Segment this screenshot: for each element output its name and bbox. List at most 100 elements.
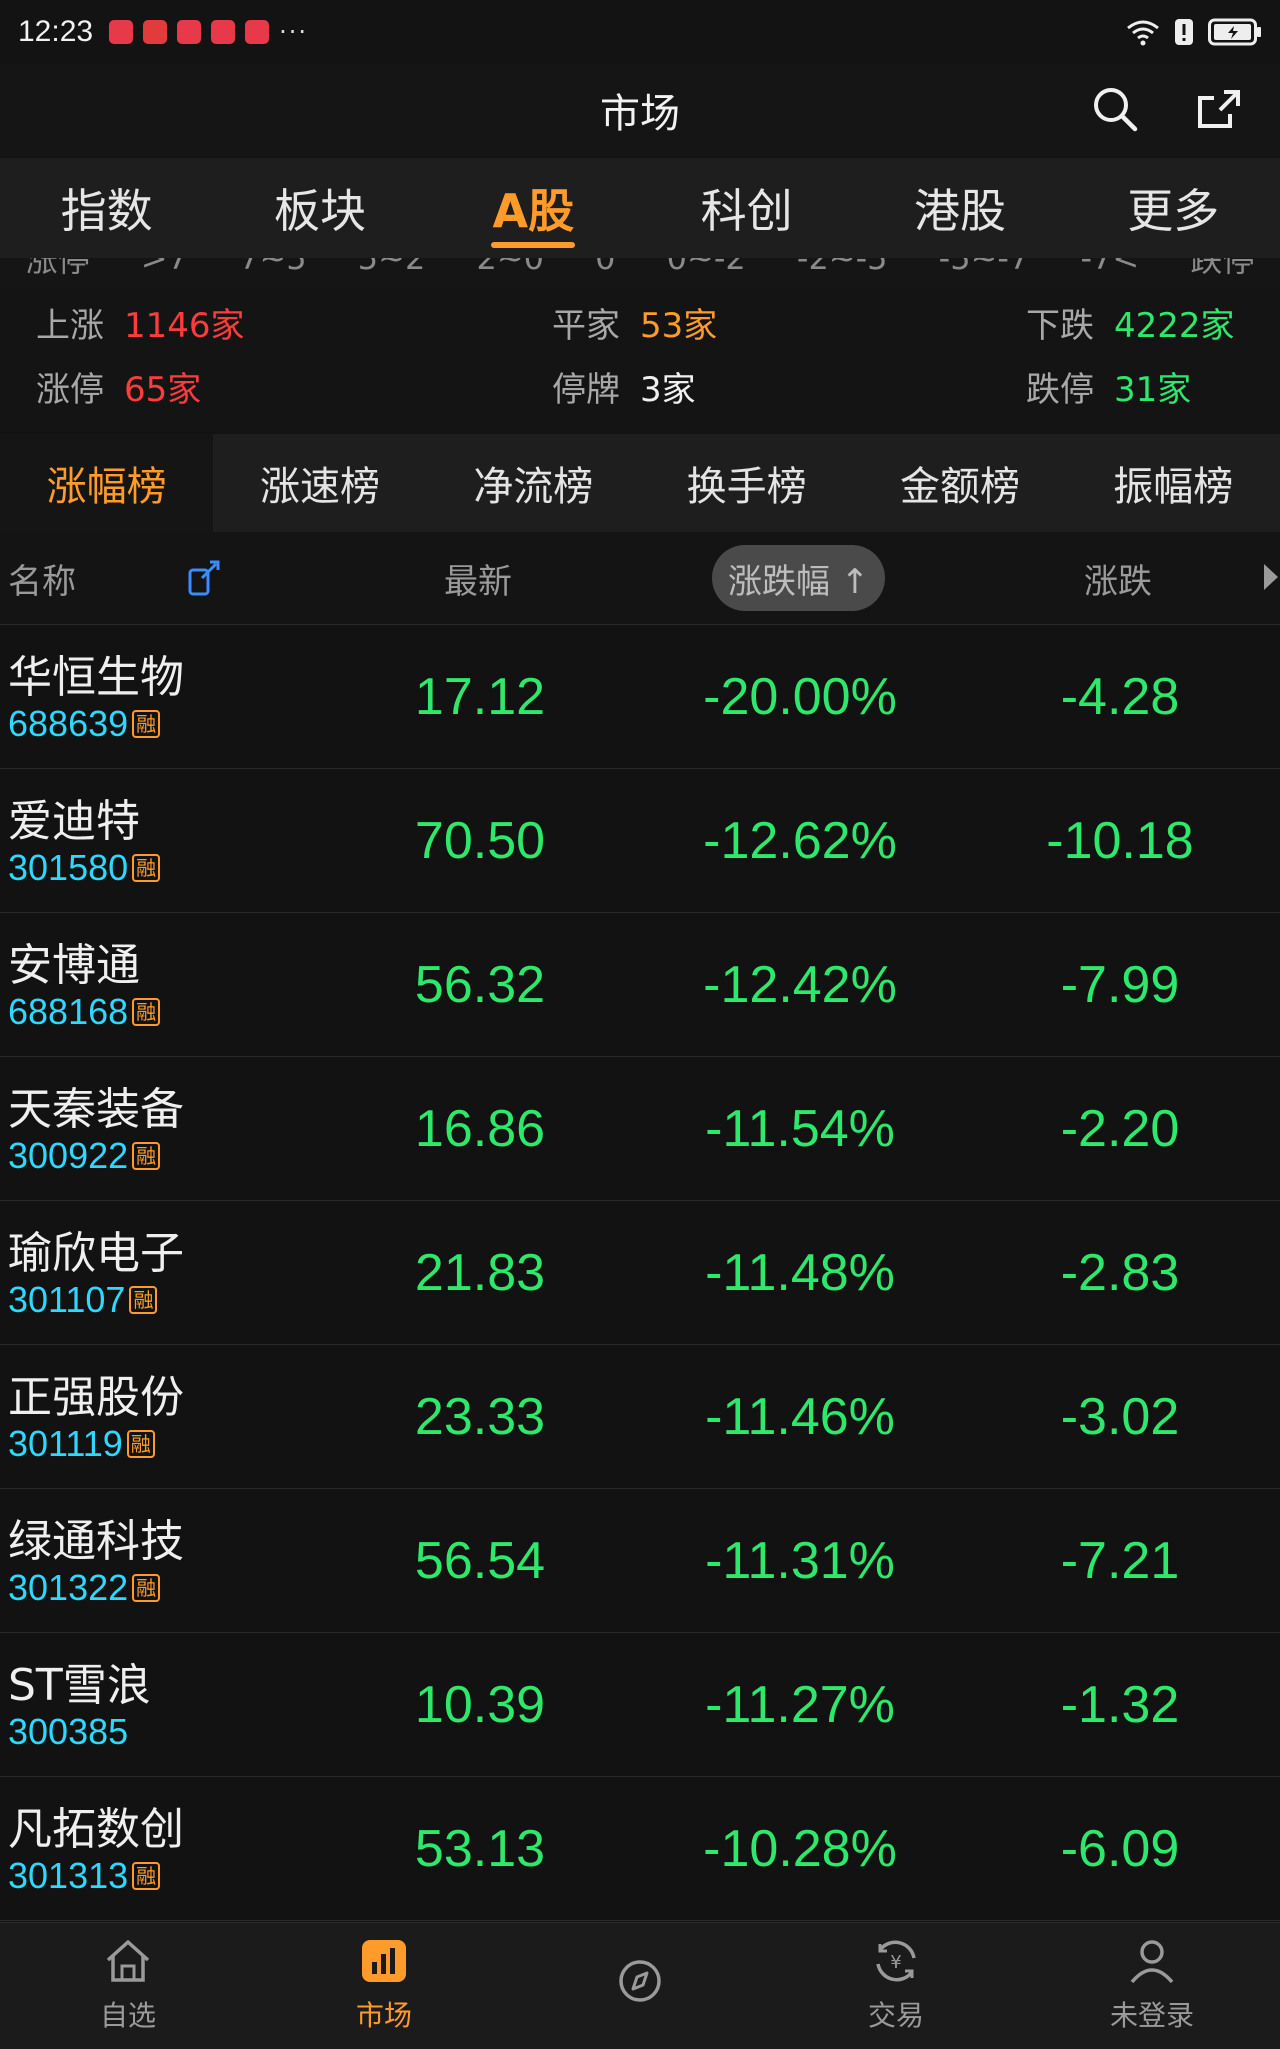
- clock: 12:23: [18, 15, 94, 48]
- market-breadth: 上涨 1146家 平家 53家 下跌 4222家 涨停 65家 停牌 3家 跌停 31家: [0, 288, 1280, 432]
- price-change: -6.09: [1060, 1819, 1180, 1878]
- stock-code: 688639 融: [8, 703, 161, 745]
- bottom-navigation: 自选 市场 ¥ 交易 未登录: [0, 1922, 1280, 2049]
- table-row[interactable]: 凡拓数创 301313 融 53.13 -10.28% -6.09: [0, 1777, 1280, 1921]
- stock-name: ST雪浪: [8, 1660, 151, 1711]
- stat-limit-up: 涨停 65家: [36, 369, 202, 410]
- market-tabs: 指数 板块 A股 科创 港股 更多: [0, 158, 1280, 258]
- home-icon: [104, 1938, 152, 1988]
- tab-star-market[interactable]: 科创: [640, 158, 853, 258]
- distribution-axis: 涨停 >7 7~5 5~2 2~0 0 0~-2 -2~-5 -5~-7 -7<…: [0, 258, 1280, 288]
- distribution-label: 7~5: [239, 258, 307, 277]
- pct-change: -12.42%: [703, 955, 897, 1014]
- table-row[interactable]: 瑜欣电子 301107 融 21.83 -11.48% -2.83: [0, 1201, 1280, 1345]
- share-icon[interactable]: [1194, 84, 1244, 134]
- table-header: 名称 最新 涨跌幅 ↑ 涨跌: [0, 532, 1280, 625]
- stock-name: 凡拓数创: [8, 1804, 184, 1855]
- margin-badge: 融: [132, 998, 161, 1026]
- tab-more[interactable]: 更多: [1067, 158, 1280, 258]
- column-pct-change-sorted[interactable]: 涨跌幅 ↑: [712, 545, 886, 611]
- table-row[interactable]: 安博通 688168 融 56.32 -12.42% -7.99: [0, 913, 1280, 1057]
- nav-watchlist[interactable]: 自选: [0, 1923, 256, 2049]
- nav-discover[interactable]: [512, 1923, 768, 2049]
- tab-sector[interactable]: 板块: [213, 158, 426, 258]
- nav-trade[interactable]: ¥ 交易: [768, 1923, 1024, 2049]
- title-bar: 市场: [0, 64, 1280, 156]
- stat-up: 上涨 1146家: [36, 305, 245, 346]
- stat-suspended: 停牌 3家: [552, 369, 696, 410]
- notification-app-icon: [245, 20, 270, 44]
- stock-name: 瑜欣电子: [8, 1228, 184, 1279]
- scroll-right-icon[interactable]: [1264, 564, 1278, 590]
- battery-icon: [1208, 18, 1262, 46]
- pct-change: -11.54%: [705, 1099, 895, 1158]
- column-name[interactable]: 名称: [8, 532, 76, 624]
- stat-limit-down: 跌停 31家: [1026, 369, 1192, 410]
- notification-app-icon: [211, 20, 236, 44]
- tab-speed[interactable]: 涨速榜: [213, 434, 426, 532]
- column-change[interactable]: 涨跌: [1084, 532, 1152, 624]
- distribution-label: -5~-7: [938, 258, 1030, 277]
- tab-hk-stocks[interactable]: 港股: [853, 158, 1066, 258]
- pct-change: -12.62%: [703, 811, 897, 870]
- distribution-label: 跌停: [1190, 258, 1255, 279]
- tab-net-flow[interactable]: 净流榜: [427, 434, 640, 532]
- latest-price: 56.32: [414, 955, 546, 1014]
- stock-name: 安博通: [8, 940, 140, 991]
- tab-a-shares[interactable]: A股: [427, 158, 640, 258]
- page-title: 市场: [600, 91, 680, 137]
- price-change: -2.83: [1060, 1243, 1180, 1302]
- table-row[interactable]: 绿通科技 301322 融 56.54 -11.31% -7.21: [0, 1489, 1280, 1633]
- margin-badge: 融: [132, 1142, 161, 1170]
- compass-icon: [616, 1958, 664, 2008]
- pct-change: -11.46%: [705, 1387, 895, 1446]
- table-row[interactable]: 华恒生物 688639 融 17.12 -20.00% -4.28: [0, 625, 1280, 769]
- table-row[interactable]: ST雪浪 300385 10.39 -11.27% -1.32: [0, 1633, 1280, 1777]
- table-row[interactable]: 正强股份 301119 融 23.33 -11.46% -3.02: [0, 1345, 1280, 1489]
- table-row[interactable]: 天秦装备 300922 融 16.86 -11.54% -2.20: [0, 1057, 1280, 1201]
- latest-price: 17.12: [414, 667, 546, 726]
- stock-name: 天秦装备: [8, 1084, 184, 1135]
- nav-market[interactable]: 市场: [256, 1923, 512, 2049]
- stock-code: 300922 融: [8, 1135, 161, 1177]
- chart-bar-icon: [360, 1938, 408, 1988]
- margin-badge: 融: [132, 854, 161, 882]
- latest-price: 70.50: [414, 811, 546, 870]
- more-notifications-icon: ···: [279, 18, 308, 46]
- search-icon[interactable]: [1090, 84, 1140, 134]
- stock-code: 301313 融: [8, 1855, 161, 1897]
- distribution-label: >7: [140, 258, 188, 277]
- svg-text:¥: ¥: [890, 1952, 901, 1973]
- distribution-label: 2~0: [476, 258, 544, 277]
- wifi-icon: [1126, 18, 1160, 46]
- column-latest[interactable]: 最新: [444, 532, 512, 624]
- nav-account[interactable]: 未登录: [1024, 1923, 1280, 2049]
- pct-change: -11.27%: [705, 1675, 895, 1734]
- distribution-label: 涨停: [25, 258, 90, 279]
- distribution-label: 0: [595, 258, 616, 277]
- stock-code: 301107 融: [8, 1279, 158, 1321]
- tab-index[interactable]: 指数: [0, 158, 213, 258]
- alert-icon: [1174, 18, 1194, 46]
- stock-name: 正强股份: [8, 1372, 184, 1423]
- tab-gainers[interactable]: 涨幅榜: [0, 434, 214, 532]
- edit-icon[interactable]: [186, 558, 222, 598]
- price-change: -10.18: [1046, 811, 1194, 870]
- tab-amplitude[interactable]: 振幅榜: [1067, 434, 1280, 532]
- price-change: -7.21: [1060, 1531, 1180, 1590]
- tab-amount[interactable]: 金额榜: [853, 434, 1066, 532]
- stock-code: 300385: [8, 1711, 129, 1752]
- ranking-tabs: 涨幅榜 涨速榜 净流榜 换手榜 金额榜 振幅榜: [0, 434, 1280, 532]
- price-change: -7.99: [1060, 955, 1180, 1014]
- margin-badge: 融: [132, 1574, 161, 1602]
- stat-down: 下跌 4222家: [1026, 305, 1235, 346]
- distribution-label: -2~-5: [796, 258, 888, 277]
- user-icon: [1128, 1938, 1176, 1988]
- stock-code: 301580 融: [8, 847, 161, 889]
- latest-price: 56.54: [414, 1531, 546, 1590]
- price-change: -4.28: [1060, 667, 1180, 726]
- tab-turnover[interactable]: 换手榜: [640, 434, 853, 532]
- table-row[interactable]: 爱迪特 301580 融 70.50 -12.62% -10.18: [0, 769, 1280, 913]
- price-change: -1.32: [1060, 1675, 1180, 1734]
- latest-price: 53.13: [414, 1819, 546, 1878]
